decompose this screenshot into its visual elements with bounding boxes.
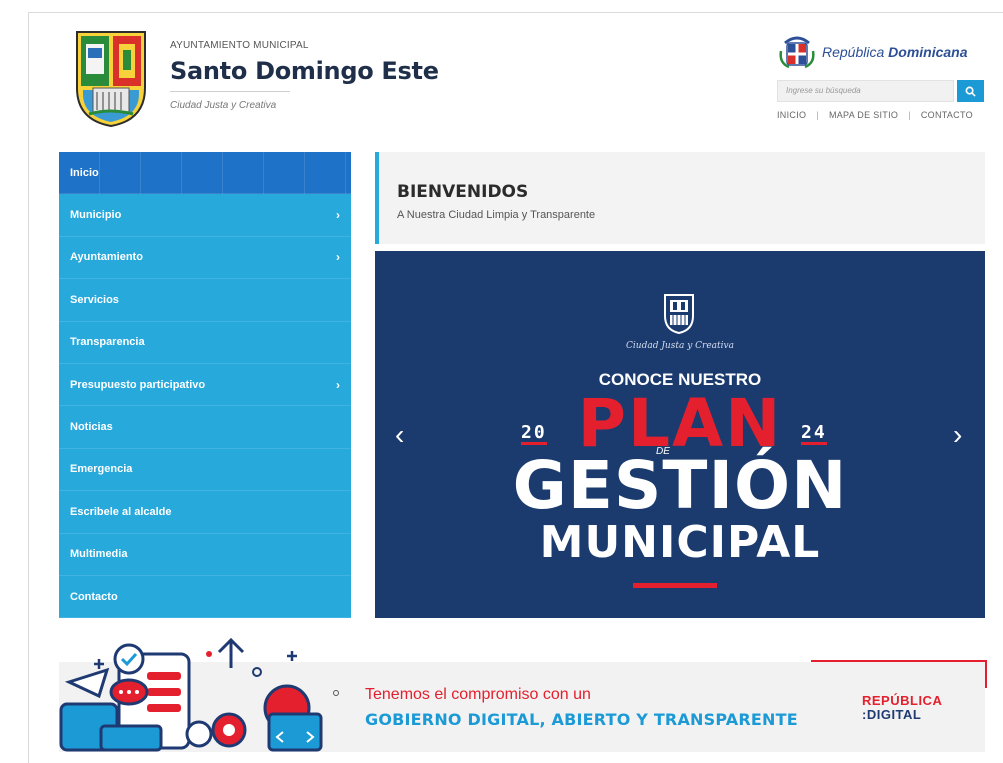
republica-digital-logo[interactable]: REPÚBLICA :DIGITAL [862,694,942,722]
header-divider [170,91,290,92]
hero-banner-slider[interactable]: ‹ › Ciudad Justa y Creativa CONOCE NUEST… [375,251,985,618]
sidebar-item-escribele-al-alcalde[interactable]: Escribele al alcalde [59,491,351,534]
welcome-subtitle: A Nuestra Ciudad Limpia y Transparente [397,209,596,221]
welcome-panel: BIENVENIDOS A Nuestra Ciudad Limpia y Tr… [375,152,985,244]
search-button[interactable] [957,80,984,102]
sidebar-item-label: Ayuntamiento [70,251,143,264]
sidebar-nav: Inicio Municipio › Ayuntamiento › Servic… [59,152,351,619]
chevron-right-icon: › [336,377,340,392]
sidebar-item-municipio[interactable]: Municipio › [59,194,351,237]
sidebar-item-label: Servicios [70,293,119,306]
strip-digital-government-text: GOBIERNO DIGITAL, ABIERTO Y TRANSPARENTE [365,710,798,729]
banner-gestion-text: GESTIÓN [512,447,848,524]
rd-digital-bottom: :DIGITAL [862,707,922,722]
org-title[interactable]: Santo Domingo Este [170,57,439,85]
banner-motto: Ciudad Justa y Creativa [626,341,734,351]
org-tagline: Ciudad Justa y Creativa [170,100,277,111]
top-links: INICIO | MAPA DE SITIO | CONTACTO [777,110,987,120]
sidebar-item-label: Presupuesto participativo [70,378,206,391]
republica-dominicana-coat-of-arms-icon[interactable] [777,31,817,71]
banner-year-right: 24 [801,422,827,445]
sidebar-item-label: Municipio [70,209,122,222]
banner-accent-bar [633,583,717,588]
sidebar-item-label: Multimedia [70,548,128,561]
chevron-right-icon: › [336,250,340,265]
top-link-separator: | [816,110,819,120]
rd-bold: Dominicana [888,44,968,60]
strip-bullet [333,690,339,696]
sidebar-item-noticias[interactable]: Noticias [59,406,351,449]
digital-services-illustration [59,637,323,752]
top-link-mapa-de-sitio[interactable]: MAPA DE SITIO [829,110,898,120]
sidebar-item-presupuesto-participativo[interactable]: Presupuesto participativo › [59,364,351,407]
strip-corner-accent [811,660,987,688]
welcome-title: BIENVENIDOS [397,182,529,202]
banner-year-left: 20 [521,422,547,445]
sidebar-item-label: Transparencia [70,336,145,349]
sidebar-item-multimedia[interactable]: Multimedia [59,534,351,576]
search-icon [965,86,976,97]
strip-commitment-text: Tenemos el compromiso con un [365,686,591,703]
chevron-right-icon: › [336,208,340,223]
search-input[interactable]: Ingrese su búsqueda [777,80,954,102]
rd-prefix: República [822,44,885,60]
sidebar-item-label: Inicio [70,166,99,179]
sidebar-item-transparencia[interactable]: Transparencia [59,322,351,364]
sidebar-item-label: Contacto [70,590,118,603]
banner-municipal-text: MUNICIPAL [539,517,821,568]
sidebar-item-label: Emergencia [70,463,133,476]
municipal-logo-icon [664,294,694,334]
sidebar-item-emergencia[interactable]: Emergencia [59,449,351,492]
org-subtitle: AYUNTAMIENTO MUNICIPAL [170,40,309,51]
sidebar-item-servicios[interactable]: Servicios [59,279,351,322]
sidebar-item-ayuntamiento[interactable]: Ayuntamiento › [59,237,351,280]
top-link-inicio[interactable]: INICIO [777,110,806,120]
top-link-separator: | [908,110,911,120]
sidebar-item-inicio[interactable]: Inicio [59,152,351,195]
republica-dominicana-label[interactable]: República Dominicana [822,44,968,60]
sidebar-item-label: Escribele al alcalde [70,505,172,518]
sidebar-item-label: Noticias [70,421,113,434]
top-link-contacto[interactable]: CONTACTO [921,110,973,120]
municipal-shield-logo[interactable] [75,30,147,128]
rd-digital-top: REPÚBLICA [862,693,943,708]
sidebar-item-contacto[interactable]: Contacto [59,576,351,619]
